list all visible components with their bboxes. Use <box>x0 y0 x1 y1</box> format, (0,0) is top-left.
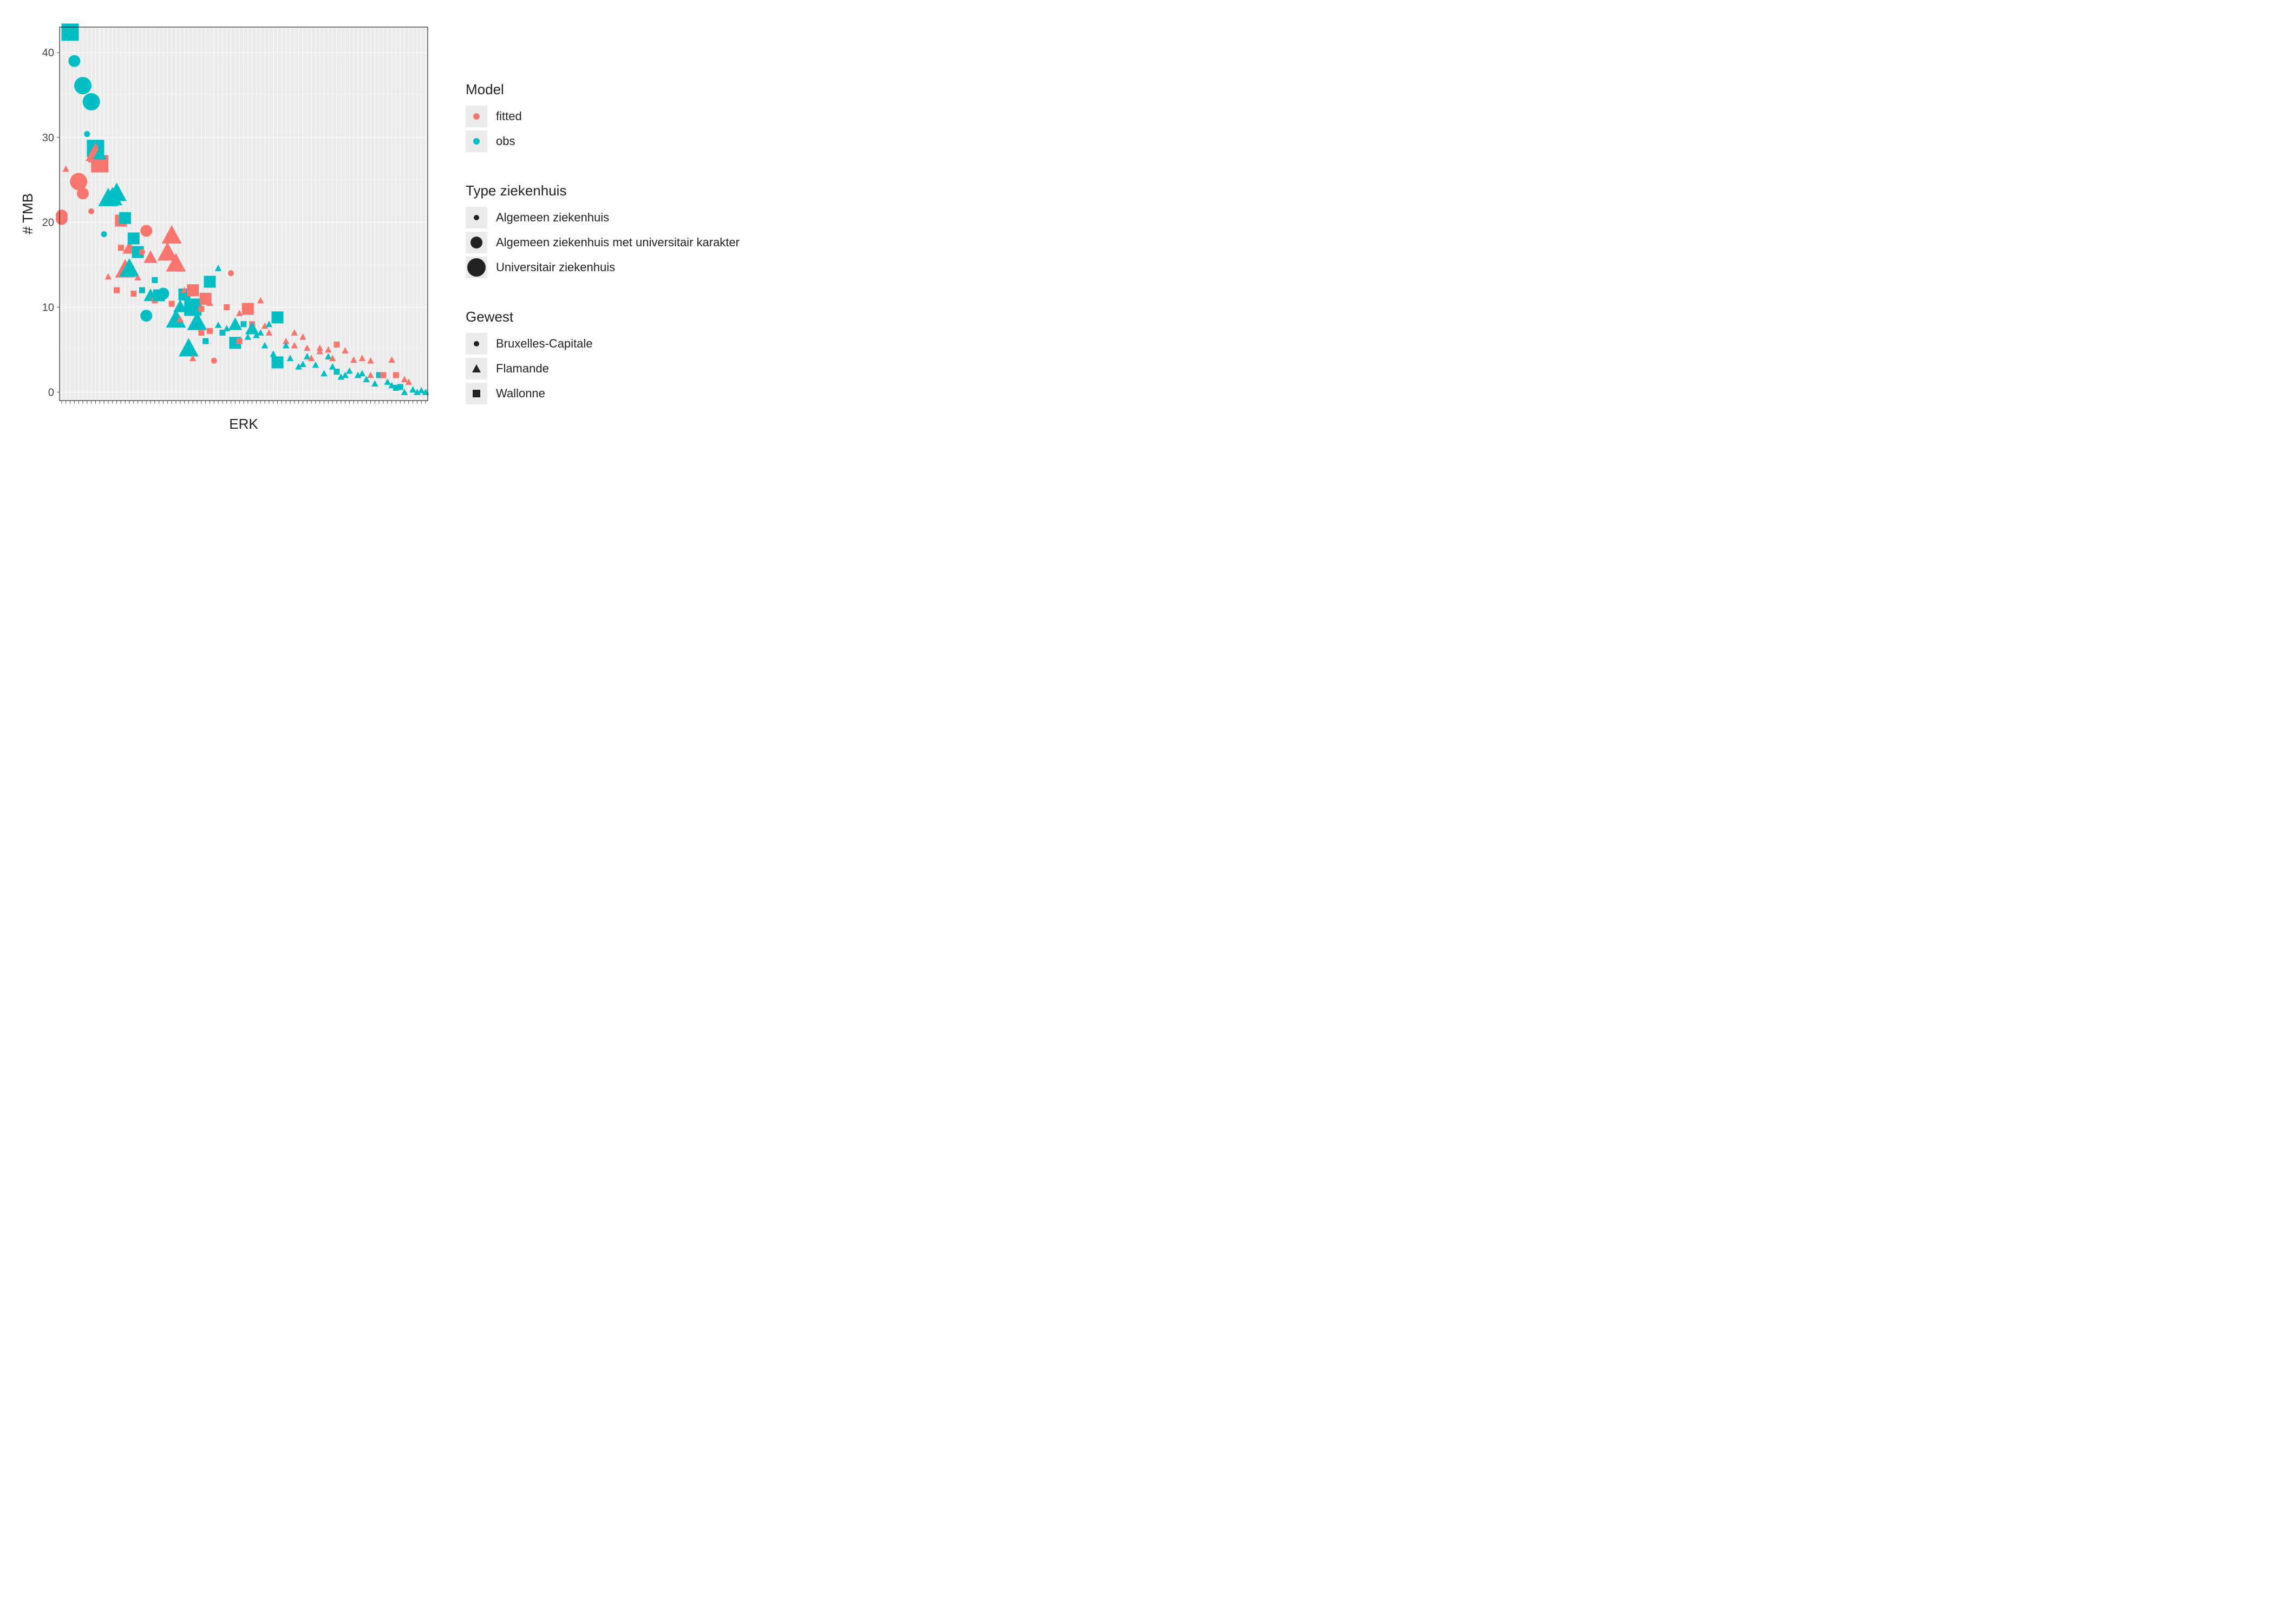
legend-key-square <box>466 383 487 404</box>
scatter-plot: 0 10 20 30 40 ERK # TMB <box>22 22 433 438</box>
svg-text:10: 10 <box>42 302 54 314</box>
legend-color: Model fitted obs <box>466 81 740 155</box>
svg-text:0: 0 <box>48 387 54 398</box>
legend-key-fitted <box>466 106 487 127</box>
legend-size-item: Universitair ziekenhuis <box>466 257 740 278</box>
svg-text:20: 20 <box>42 217 54 229</box>
legend-shape-title: Gewest <box>466 309 740 325</box>
legend-color-item: obs <box>466 130 740 152</box>
legend-key-size1 <box>466 207 487 228</box>
legend-size-title: Type ziekenhuis <box>466 182 740 199</box>
legend-shape-item: Wallonne <box>466 383 740 404</box>
legend-key-size2 <box>466 232 487 253</box>
legend-key-triangle <box>466 358 487 379</box>
svg-text:# TMB: # TMB <box>22 193 36 234</box>
legend-color-title: Model <box>466 81 740 98</box>
legend-size: Type ziekenhuis Algemeen ziekenhuis Alge… <box>466 182 740 281</box>
legend-key-obs <box>466 130 487 152</box>
svg-text:40: 40 <box>42 47 54 59</box>
legend-shape-item: Bruxelles-Capitale <box>466 333 740 355</box>
legend-size-item: Algemeen ziekenhuis <box>466 207 740 228</box>
svg-text:30: 30 <box>42 132 54 144</box>
legend-shape: Gewest Bruxelles-Capitale Flamande Wallo… <box>466 309 740 408</box>
legend-shape-item: Flamande <box>466 358 740 379</box>
legend-size-item: Algemeen ziekenhuis met universitair kar… <box>466 232 740 253</box>
legend-key-circle <box>466 333 487 355</box>
legend-panel: Model fitted obs Type ziekenhuis Alge <box>466 22 740 408</box>
svg-text:ERK: ERK <box>229 416 258 432</box>
legend-color-item: fitted <box>466 106 740 127</box>
legend-key-size3 <box>466 257 487 278</box>
